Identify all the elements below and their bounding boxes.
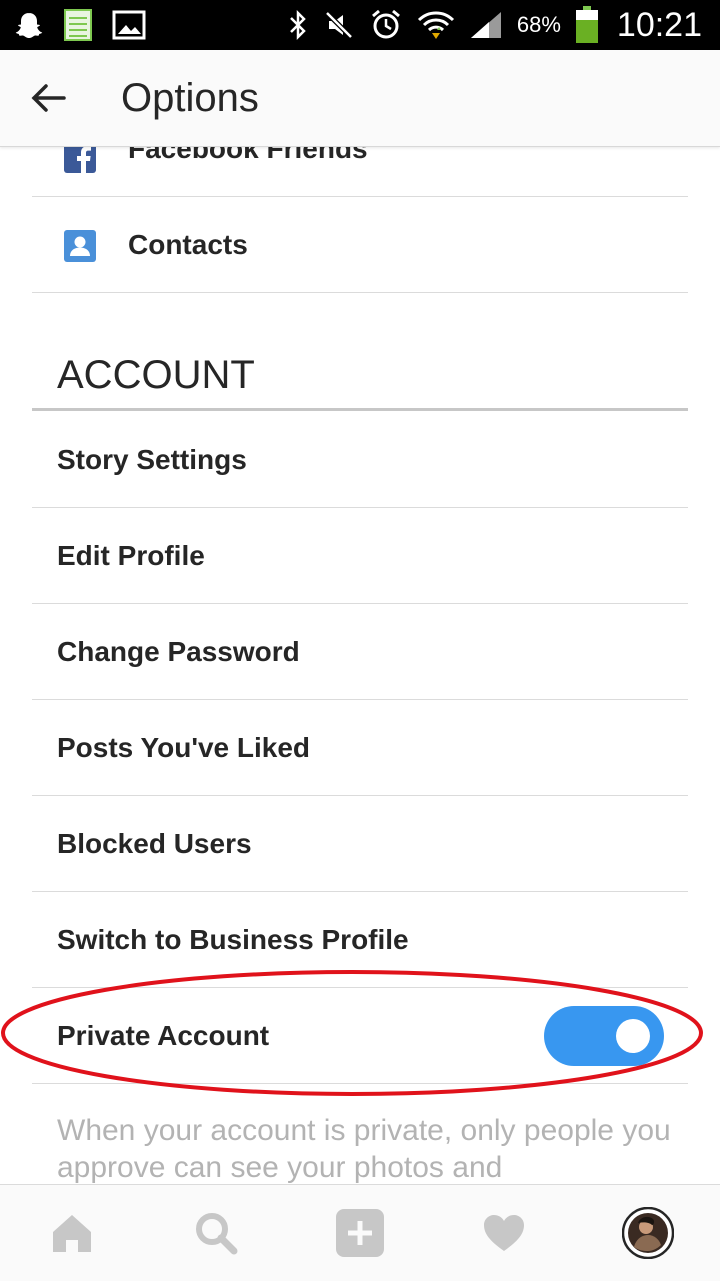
bottom-nav [0, 1184, 720, 1281]
snapchat-ghost-icon [14, 10, 44, 40]
options-list[interactable]: Facebook Friends Contacts ACCOUNT Story … [0, 146, 720, 1184]
private-account-description: When your account is private, only peopl… [57, 1114, 671, 1184]
menu-item-label: Blocked Users [57, 828, 252, 859]
menu-item-contacts[interactable]: Contacts [32, 197, 688, 293]
section-header-account: ACCOUNT [32, 293, 688, 411]
signal-icon [469, 10, 503, 40]
menu-item-edit-profile[interactable]: Edit Profile [32, 508, 688, 604]
nav-activity[interactable] [432, 1185, 576, 1281]
battery-icon [575, 6, 599, 44]
mute-icon [323, 9, 355, 41]
nav-profile[interactable] [576, 1185, 720, 1281]
menu-item-story-settings[interactable]: Story Settings [32, 412, 688, 508]
menu-item-change-password[interactable]: Change Password [32, 604, 688, 700]
menu-item-blocked-users[interactable]: Blocked Users [32, 796, 688, 892]
activity-heart-icon [484, 1215, 524, 1251]
profile-avatar [622, 1207, 674, 1259]
battery-percent: 68% [516, 12, 561, 37]
menu-item-label: Story Settings [57, 444, 247, 475]
gallery-icon [112, 10, 146, 40]
menu-item-switch-business[interactable]: Switch to Business Profile [32, 892, 688, 988]
nav-search[interactable] [144, 1185, 288, 1281]
status-bar: 68% 10:21 [0, 0, 720, 50]
notes-icon [64, 9, 92, 41]
menu-item-label: Edit Profile [57, 540, 205, 571]
alarm-icon [369, 8, 403, 42]
menu-item-facebook-friends[interactable]: Facebook Friends [32, 146, 688, 197]
section-title: ACCOUNT [57, 353, 255, 397]
toggle-knob [616, 1019, 650, 1053]
menu-item-private-account[interactable]: Private Account [32, 988, 688, 1084]
status-bar-right: 68% 10:21 [287, 0, 702, 50]
clock: 10:21 [616, 5, 702, 44]
contacts-icon [64, 230, 96, 262]
search-icon [196, 1213, 238, 1255]
page-title: Options [121, 76, 259, 120]
menu-item-label: Private Account [57, 1020, 270, 1051]
nav-home[interactable] [0, 1185, 144, 1281]
private-account-toggle[interactable] [544, 1006, 664, 1066]
add-post-icon [336, 1209, 384, 1257]
back-button[interactable] [22, 74, 74, 122]
bluetooth-icon [287, 9, 309, 41]
app-bar: Options [0, 50, 720, 147]
status-bar-left [14, 0, 146, 50]
wifi-icon [417, 8, 455, 42]
menu-item-label: Posts You've Liked [57, 732, 311, 763]
menu-item-posts-liked[interactable]: Posts You've Liked [32, 700, 688, 796]
menu-item-label: Change Password [57, 636, 300, 667]
menu-item-label: Switch to Business Profile [57, 924, 409, 955]
home-icon [53, 1215, 91, 1252]
menu-item-label: Facebook Friends [128, 146, 368, 164]
nav-add-post[interactable] [288, 1185, 432, 1281]
facebook-icon [64, 146, 96, 173]
menu-item-label: Contacts [128, 229, 248, 260]
back-arrow-icon [31, 84, 66, 112]
